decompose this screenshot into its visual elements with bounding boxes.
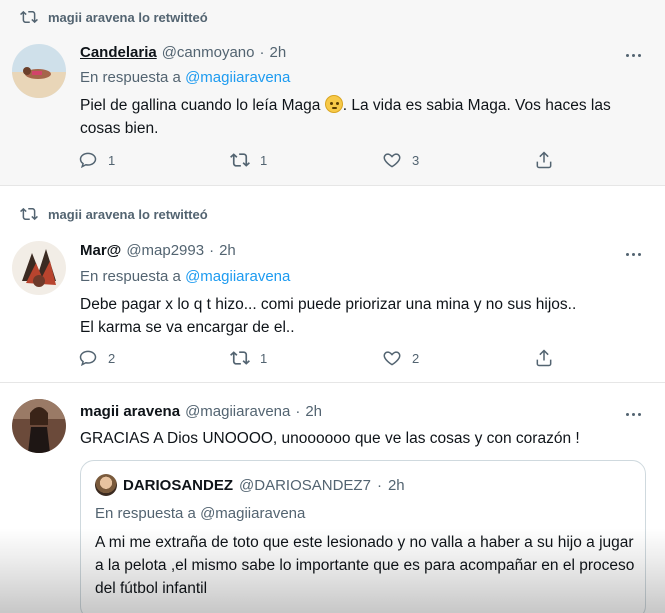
user-handle[interactable]: @canmoyano <box>162 44 255 61</box>
tweet-text-line1: Debe pagar x lo q t hizo... comi puede p… <box>80 296 577 313</box>
reply-prefix: En respuesta a <box>80 268 181 285</box>
display-name[interactable]: Candelaria <box>80 44 157 61</box>
reply-context: En respuesta a @magiiaravena <box>80 69 290 86</box>
tweet-actions: 2 1 2 <box>78 348 558 372</box>
tweet-magii[interactable]: magii aravena @magiiaravena · 2h GRACIAS… <box>0 384 665 613</box>
reply-count: 2 <box>108 350 116 366</box>
quoted-tweet[interactable]: DARIOSANDEZ @DARIOSANDEZ7 · 2h En respue… <box>80 460 646 613</box>
timestamp[interactable]: 2h <box>269 44 286 61</box>
more-options-icon[interactable] <box>623 46 643 64</box>
user-handle[interactable]: @map2993 <box>126 242 204 259</box>
tweet-text: Piel de gallina cuando lo leía Maga . La… <box>80 94 640 140</box>
like-count: 3 <box>412 152 420 168</box>
retweet-icon <box>20 10 38 24</box>
tweet-header: Mar@ @map2993 · 2h <box>80 242 236 259</box>
like-button[interactable]: 3 <box>382 150 419 170</box>
retweet-icon <box>230 153 250 167</box>
separator: · <box>376 476 382 494</box>
retweet-icon <box>20 207 38 221</box>
reply-to-link[interactable]: @magiiaravena <box>185 268 290 285</box>
retweet-context: magii aravena lo retwitteó <box>20 8 208 26</box>
separator: · <box>295 403 301 420</box>
share-icon <box>536 151 552 169</box>
quoted-display-name: DARIOSANDEZ <box>123 476 234 494</box>
display-name[interactable]: magii aravena <box>80 403 180 420</box>
share-icon <box>536 349 552 367</box>
timestamp[interactable]: 2h <box>219 242 236 259</box>
tweet-candelaria[interactable]: magii aravena lo retwitteó Candelaria @c… <box>0 0 665 186</box>
quoted-tweet-header: DARIOSANDEZ @DARIOSANDEZ7 · 2h <box>95 474 405 496</box>
tweet-text-line2: El karma se va encargar de el.. <box>80 319 295 336</box>
reply-prefix: En respuesta a <box>80 69 181 86</box>
retweet-button[interactable]: 1 <box>230 150 267 170</box>
heart-icon <box>383 153 401 168</box>
reply-button[interactable]: 1 <box>78 150 115 170</box>
reply-context: En respuesta a @magiiaravena <box>80 268 290 285</box>
share-button[interactable] <box>534 348 554 368</box>
tweet-text: Debe pagar x lo q t hizo... comi puede p… <box>80 293 640 339</box>
quoted-timestamp: 2h <box>387 476 405 494</box>
like-button[interactable]: 2 <box>382 348 419 368</box>
tweet-mar[interactable]: magii aravena lo retwitteó Mar@ @map2993… <box>0 187 665 383</box>
timestamp[interactable]: 2h <box>305 403 322 420</box>
reply-icon <box>79 152 97 169</box>
tweet-header: magii aravena @magiiaravena · 2h <box>80 403 322 420</box>
quoted-user-handle: @DARIOSANDEZ7 <box>239 476 371 494</box>
tweet-text: GRACIAS A Dios UNOOOO, unoooooo que ve l… <box>80 430 580 447</box>
separator: · <box>209 242 215 259</box>
retweet-count: 1 <box>260 152 268 168</box>
retweet-count: 1 <box>260 350 268 366</box>
retweet-label: magii aravena lo retwitteó <box>48 206 208 222</box>
share-button[interactable] <box>534 150 554 170</box>
user-handle[interactable]: @magiiaravena <box>185 403 290 420</box>
retweet-button[interactable]: 1 <box>230 348 267 368</box>
avatar[interactable] <box>12 399 66 453</box>
tweet-text-part1: Piel de gallina cuando lo leía Maga <box>80 97 321 114</box>
reply-count: 1 <box>108 152 116 168</box>
separator: · <box>259 44 265 61</box>
reply-to-link[interactable]: @magiiaravena <box>185 69 290 86</box>
quoted-reply-context: En respuesta a @magiiaravena <box>95 505 306 522</box>
thinking-face-emoji <box>324 95 343 113</box>
quoted-avatar <box>95 474 117 496</box>
display-name[interactable]: Mar@ <box>80 242 121 259</box>
reply-icon <box>79 350 97 367</box>
quoted-tweet-text: A mi me extraña de toto que este lesiona… <box>95 534 635 597</box>
reply-button[interactable]: 2 <box>78 348 115 368</box>
tweet-actions: 1 1 3 <box>78 150 558 174</box>
more-options-icon[interactable] <box>623 245 643 263</box>
avatar[interactable] <box>12 44 66 98</box>
retweet-label: magii aravena lo retwitteó <box>48 9 208 25</box>
avatar[interactable] <box>12 241 66 295</box>
tweet-header: Candelaria @canmoyano · 2h <box>80 44 286 61</box>
like-count: 2 <box>412 350 420 366</box>
retweet-icon <box>230 351 250 365</box>
more-options-icon[interactable] <box>623 405 643 423</box>
retweet-context: magii aravena lo retwitteó <box>20 205 208 223</box>
heart-icon <box>383 351 401 366</box>
